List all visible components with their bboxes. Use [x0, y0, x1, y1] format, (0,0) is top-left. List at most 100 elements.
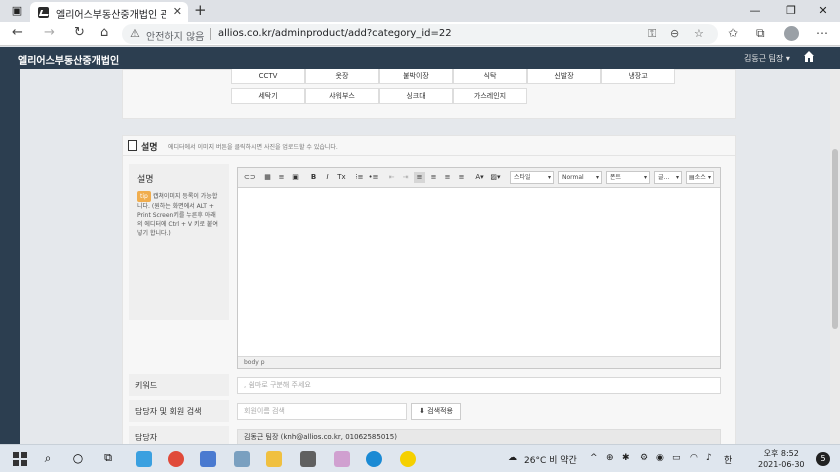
size-select[interactable]: 글... [654, 171, 682, 184]
font-select[interactable]: 폰트 [606, 171, 650, 184]
home-icon[interactable] [803, 50, 815, 64]
element-path[interactable]: body p [244, 359, 265, 366]
forward-icon[interactable]: → [44, 25, 55, 40]
section-title: 설명 [141, 143, 158, 153]
task-view-icon[interactable]: ⧉ [100, 451, 116, 467]
app-tray-icon[interactable]: ⚙ [640, 453, 648, 463]
url-text[interactable]: allios.co.kr/adminproduct/add?category_i… [218, 28, 452, 39]
horizontal-rule-icon[interactable]: ≡ [276, 172, 287, 183]
bg-color-icon[interactable]: ▨▾ [490, 172, 501, 183]
window-close-icon[interactable]: ✕ [806, 0, 840, 22]
member-search-input[interactable]: 회원이름 검색 [237, 403, 407, 420]
app-title[interactable]: 엘리어스부동산중개법인 [18, 52, 119, 67]
style-select[interactable]: 스타일 [510, 171, 554, 184]
reload-icon[interactable]: ↻ [74, 25, 85, 40]
kakaotalk-icon[interactable] [400, 451, 416, 467]
divider [210, 28, 211, 40]
option-sink[interactable]: 싱크대 [379, 88, 453, 104]
zoom-icon[interactable]: ⊖ [670, 27, 679, 40]
calculator-icon[interactable] [300, 451, 316, 467]
insecure-label[interactable]: 안전하지 않음 [146, 28, 204, 43]
warning-icon[interactable]: ⚠ [130, 27, 140, 40]
app-icon-1[interactable] [136, 451, 152, 467]
option-shoe-cabinet[interactable]: 신발장 [527, 69, 601, 84]
editor-statusbar: body p [238, 356, 720, 368]
collections-icon[interactable]: ⧉ [756, 26, 765, 41]
wifi-icon[interactable]: ◠ [690, 453, 698, 463]
align-justify-icon[interactable]: ≡ [456, 172, 467, 183]
bullet-list-icon[interactable]: •≡ [368, 172, 379, 183]
app-icon-3[interactable] [234, 451, 250, 467]
home-browser-icon[interactable]: ⌂ [100, 25, 108, 40]
option-washer[interactable]: 세탁기 [231, 88, 305, 104]
new-tab-icon[interactable]: + [194, 1, 207, 19]
indent-icon[interactable]: ⇥ [400, 172, 411, 183]
battery-icon[interactable]: ▭ [672, 453, 681, 463]
bluetooth-icon[interactable]: ✱ [622, 453, 630, 463]
scrollbar-thumb[interactable] [832, 149, 838, 329]
browser-tab[interactable]: 엘리어스부동산중개법인 관리자 ✕ [30, 2, 188, 22]
source-label: 소스 [694, 174, 706, 181]
key-icon[interactable]: ⚿ [648, 27, 656, 41]
page-content: CCTV 옷장 붙박이장 식탁 신발장 냉장고 세탁기 샤워부스 싱크대 가스레… [0, 69, 840, 444]
back-icon[interactable]: ← [12, 25, 23, 40]
browser-tab-bar: ▣ 엘리어스부동산중개법인 관리자 ✕ + — ❐ ✕ [0, 0, 840, 22]
volume-icon[interactable]: ♪ [706, 453, 712, 463]
image-icon[interactable]: ▣ [290, 172, 301, 183]
option-dining-table[interactable]: 식탁 [453, 69, 527, 84]
option-refrigerator[interactable]: 냉장고 [601, 69, 675, 84]
favorite-star-icon[interactable]: ☆ [694, 27, 704, 40]
favorites-icon[interactable]: ✩ [728, 26, 738, 40]
text-color-icon[interactable]: A▾ [474, 172, 485, 183]
option-gas-range[interactable]: 가스레인지 [453, 88, 527, 104]
keywords-input[interactable]: , 쉼마로 구분해 주세요 [237, 377, 721, 394]
tray-chevron-icon[interactable]: ^ [590, 453, 598, 463]
align-left-icon[interactable]: ≡ [414, 172, 425, 183]
app-icon-2[interactable] [200, 451, 216, 467]
weather-icon[interactable]: ☁ [508, 453, 517, 463]
italic-icon[interactable]: I [322, 172, 333, 183]
format-select[interactable]: Normal [558, 171, 602, 184]
align-center-icon[interactable]: ≡ [428, 172, 439, 183]
option-closet[interactable]: 옷장 [305, 69, 379, 84]
user-menu[interactable]: 김동근 팀장 ▾ [744, 53, 790, 64]
page-scrollbar[interactable] [830, 69, 840, 444]
option-shower-booth[interactable]: 샤워부스 [305, 88, 379, 104]
file-explorer-icon[interactable] [266, 451, 282, 467]
weather-text[interactable]: 26°C 비 약간 [524, 453, 577, 466]
notification-badge[interactable]: 5 [816, 452, 830, 466]
more-icon[interactable]: ⋯ [816, 26, 828, 40]
bold-icon[interactable]: B [308, 172, 319, 183]
tab-close-icon[interactable]: ✕ [173, 5, 182, 18]
maximize-icon[interactable]: ❐ [774, 0, 808, 22]
editor-content-area[interactable] [238, 189, 720, 357]
cortana-icon[interactable]: ○ [70, 451, 86, 467]
search-apply-label: 검색적용 [427, 407, 453, 415]
link-icon[interactable]: ⊂⊃ [244, 172, 256, 183]
profile-avatar[interactable] [784, 26, 799, 41]
tray-icon-2[interactable]: ◉ [656, 453, 664, 463]
source-button[interactable]: ▤소스 [686, 171, 714, 184]
option-cctv[interactable]: CCTV [231, 69, 305, 84]
numbered-list-icon[interactable]: ⁝≡ [354, 172, 365, 183]
chrome-icon[interactable] [168, 451, 184, 467]
option-builtin-closet[interactable]: 붙박이장 [379, 69, 453, 84]
search-apply-button[interactable]: ⬇ 검색적용 [411, 403, 461, 420]
remove-format-icon[interactable]: Tx [336, 172, 347, 183]
table-icon[interactable]: ▦ [262, 172, 273, 183]
description-label-cell: 설명 tip 캡쳐이미지 등록이 가능합니다. (원하는 화면에서 ALT + P… [129, 164, 229, 320]
search-icon[interactable]: ⌕ [40, 451, 56, 467]
sidebar-strip [0, 69, 20, 444]
app-icon-4[interactable] [334, 451, 350, 467]
window-menu-icon[interactable]: ▣ [0, 0, 34, 22]
outdent-icon[interactable]: ⇤ [386, 172, 397, 183]
network-icon[interactable]: ⊕ [606, 453, 614, 463]
edge-icon[interactable] [366, 451, 382, 467]
url-field[interactable]: ⚠ 안전하지 않음 allios.co.kr/adminproduct/add?… [122, 24, 718, 44]
windows-start-icon[interactable] [12, 451, 28, 467]
clock[interactable]: 오후 8:52 2021-06-30 [758, 448, 805, 470]
ime-indicator[interactable]: 한 [724, 453, 732, 466]
minimize-icon[interactable]: — [738, 0, 772, 22]
align-right-icon[interactable]: ≡ [442, 172, 453, 183]
manager-value: 김동근 팀장 (knh@allios.co.kr, 01062585015) [237, 429, 721, 444]
